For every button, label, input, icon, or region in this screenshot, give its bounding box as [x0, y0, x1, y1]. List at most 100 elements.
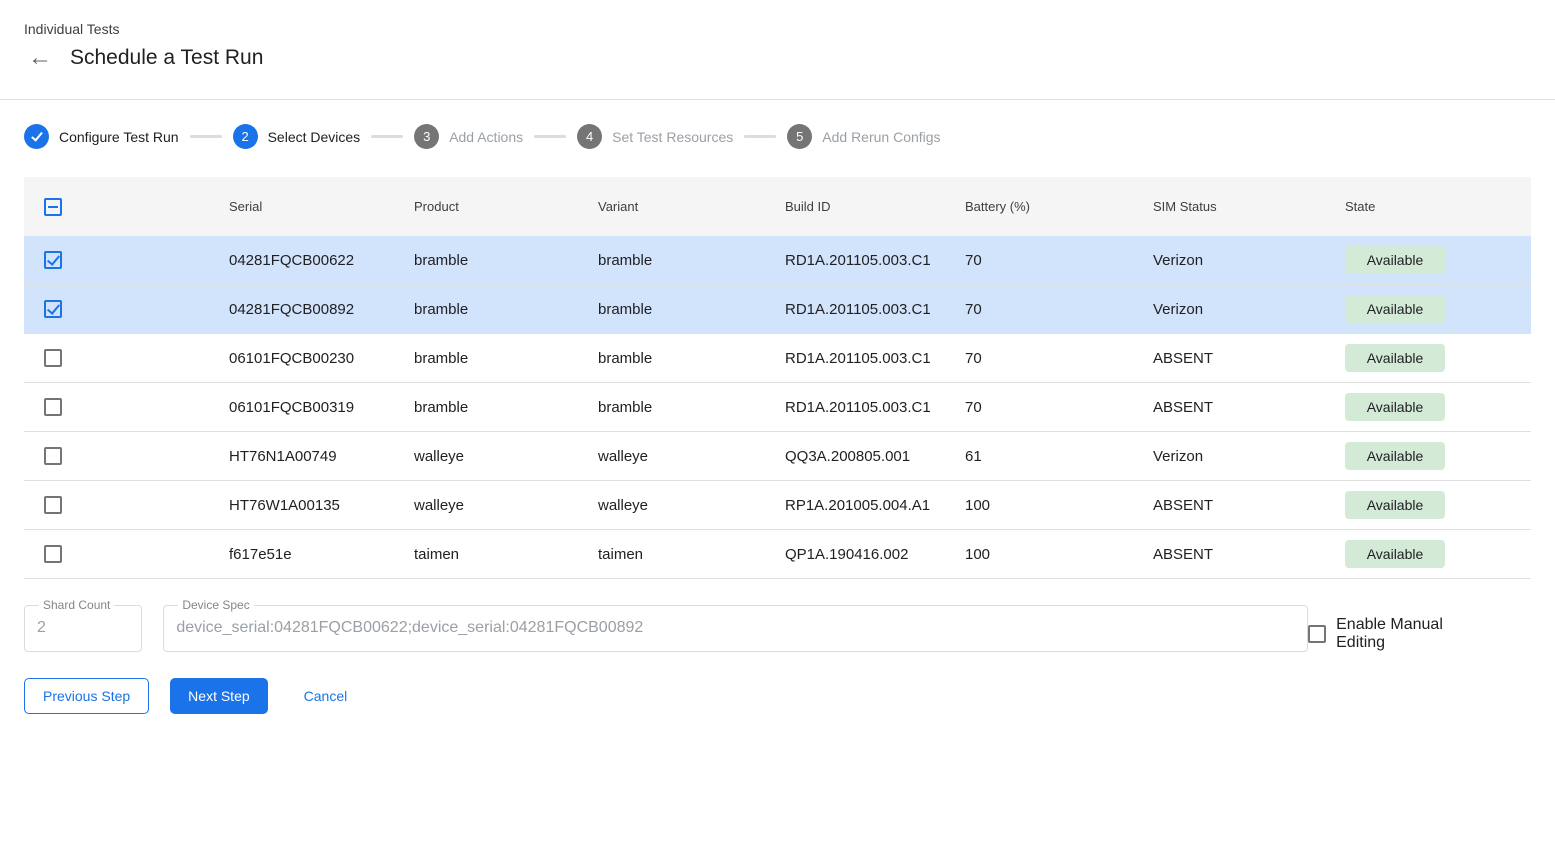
state-badge: Available — [1345, 295, 1445, 323]
state-badge: Available — [1345, 442, 1445, 470]
device-table-row[interactable]: HT76W1A00135 walleye walleye RP1A.201005… — [24, 481, 1531, 530]
cell-product: taimen — [399, 546, 583, 563]
step-4-circle: 4 — [577, 124, 602, 149]
cell-battery: 70 — [950, 399, 1138, 416]
cell-variant: bramble — [583, 301, 770, 318]
step-5-label: Add Rerun Configs — [822, 129, 940, 145]
cell-serial: 04281FQCB00622 — [214, 252, 399, 269]
page-header: Individual Tests ← Schedule a Test Run — [0, 0, 1555, 100]
device-table-row[interactable]: 04281FQCB00892 bramble bramble RD1A.2011… — [24, 285, 1531, 334]
device-spec-label: Device Spec — [178, 598, 253, 612]
column-header-serial: Serial — [214, 199, 399, 214]
state-badge: Available — [1345, 393, 1445, 421]
device-spec-field[interactable]: Device Spec device_serial:04281FQCB00622… — [163, 598, 1308, 652]
step-4-label: Set Test Resources — [612, 129, 733, 145]
cell-battery: 70 — [950, 252, 1138, 269]
cell-battery: 70 — [950, 350, 1138, 367]
step-5-circle: 5 — [787, 124, 812, 149]
manual-editing-label: Enable Manual Editing — [1336, 616, 1495, 652]
cell-battery: 100 — [950, 546, 1138, 563]
cell-build-id: RD1A.201105.003.C1 — [770, 399, 950, 416]
state-badge: Available — [1345, 491, 1445, 519]
column-header-build-id: Build ID — [770, 199, 950, 214]
row-checkbox[interactable] — [44, 300, 62, 318]
column-header-product: Product — [399, 199, 583, 214]
cell-sim: ABSENT — [1138, 399, 1330, 416]
step-3-circle: 3 — [414, 124, 439, 149]
row-checkbox[interactable] — [44, 349, 62, 367]
stepper-connector — [371, 135, 403, 138]
cell-serial: HT76N1A00749 — [214, 448, 399, 465]
step-add-actions[interactable]: 3 Add Actions — [414, 124, 523, 149]
manual-editing-checkbox[interactable] — [1308, 625, 1326, 643]
step-add-rerun-configs[interactable]: 5 Add Rerun Configs — [787, 124, 940, 149]
device-spec-value: device_serial:04281FQCB00622;device_seri… — [176, 618, 1295, 638]
shard-count-label: Shard Count — [39, 598, 114, 612]
cell-product: bramble — [399, 399, 583, 416]
column-header-sim: SIM Status — [1138, 199, 1330, 214]
column-header-variant: Variant — [583, 199, 770, 214]
cell-sim: Verizon — [1138, 252, 1330, 269]
cell-build-id: RD1A.201105.003.C1 — [770, 301, 950, 318]
cell-sim: ABSENT — [1138, 350, 1330, 367]
row-checkbox[interactable] — [44, 398, 62, 416]
cell-serial: f617e51e — [214, 546, 399, 563]
cell-build-id: RD1A.201105.003.C1 — [770, 252, 950, 269]
cell-serial: HT76W1A00135 — [214, 497, 399, 514]
device-table-row[interactable]: HT76N1A00749 walleye walleye QQ3A.200805… — [24, 432, 1531, 481]
cell-build-id: QQ3A.200805.001 — [770, 448, 950, 465]
state-badge: Available — [1345, 540, 1445, 568]
stepper: Configure Test Run 2 Select Devices 3 Ad… — [24, 123, 1531, 150]
row-checkbox[interactable] — [44, 447, 62, 465]
step-3-label: Add Actions — [449, 129, 523, 145]
state-badge: Available — [1345, 246, 1445, 274]
select-all-checkbox[interactable] — [44, 198, 62, 216]
cell-product: walleye — [399, 448, 583, 465]
device-table-row[interactable]: f617e51e taimen taimen QP1A.190416.002 1… — [24, 530, 1531, 579]
enable-manual-editing[interactable]: Enable Manual Editing — [1308, 616, 1495, 652]
device-table: Serial Product Variant Build ID Battery … — [24, 177, 1531, 579]
breadcrumb: Individual Tests — [24, 21, 1531, 37]
step-2-label: Select Devices — [268, 129, 361, 145]
action-buttons: Previous Step Next Step Cancel — [24, 678, 1531, 714]
back-arrow-icon[interactable]: ← — [28, 46, 52, 70]
cell-battery: 70 — [950, 301, 1138, 318]
shard-count-field[interactable]: Shard Count 2 — [24, 598, 142, 652]
column-header-battery: Battery (%) — [950, 199, 1138, 214]
row-checkbox[interactable] — [44, 545, 62, 563]
cell-sim: Verizon — [1138, 301, 1330, 318]
cell-build-id: RP1A.201005.004.A1 — [770, 497, 950, 514]
previous-step-button[interactable]: Previous Step — [24, 678, 149, 714]
step-set-test-resources[interactable]: 4 Set Test Resources — [577, 124, 733, 149]
cell-product: bramble — [399, 350, 583, 367]
cell-build-id: QP1A.190416.002 — [770, 546, 950, 563]
cell-variant: taimen — [583, 546, 770, 563]
next-step-button[interactable]: Next Step — [170, 678, 267, 714]
row-checkbox[interactable] — [44, 251, 62, 269]
cell-sim: ABSENT — [1138, 546, 1330, 563]
step-2-circle: 2 — [233, 124, 258, 149]
cell-sim: Verizon — [1138, 448, 1330, 465]
stepper-connector — [744, 135, 776, 138]
step-select-devices[interactable]: 2 Select Devices — [233, 124, 361, 149]
step-1-label: Configure Test Run — [59, 129, 179, 145]
page-title: Schedule a Test Run — [70, 46, 263, 70]
cell-variant: walleye — [583, 448, 770, 465]
stepper-connector — [190, 135, 222, 138]
cell-serial: 06101FQCB00230 — [214, 350, 399, 367]
step-configure-test-run[interactable]: Configure Test Run — [24, 124, 179, 149]
cell-battery: 100 — [950, 497, 1138, 514]
cancel-button[interactable]: Cancel — [286, 678, 366, 714]
state-badge: Available — [1345, 344, 1445, 372]
cell-variant: bramble — [583, 399, 770, 416]
cell-variant: bramble — [583, 350, 770, 367]
device-table-row[interactable]: 04281FQCB00622 bramble bramble RD1A.2011… — [24, 236, 1531, 285]
device-table-row[interactable]: 06101FQCB00319 bramble bramble RD1A.2011… — [24, 383, 1531, 432]
cell-variant: walleye — [583, 497, 770, 514]
device-table-row[interactable]: 06101FQCB00230 bramble bramble RD1A.2011… — [24, 334, 1531, 383]
cell-product: walleye — [399, 497, 583, 514]
column-header-state: State — [1330, 199, 1531, 214]
row-checkbox[interactable] — [44, 496, 62, 514]
cell-serial: 06101FQCB00319 — [214, 399, 399, 416]
device-spec-form: Shard Count 2 Device Spec device_serial:… — [24, 598, 1531, 652]
